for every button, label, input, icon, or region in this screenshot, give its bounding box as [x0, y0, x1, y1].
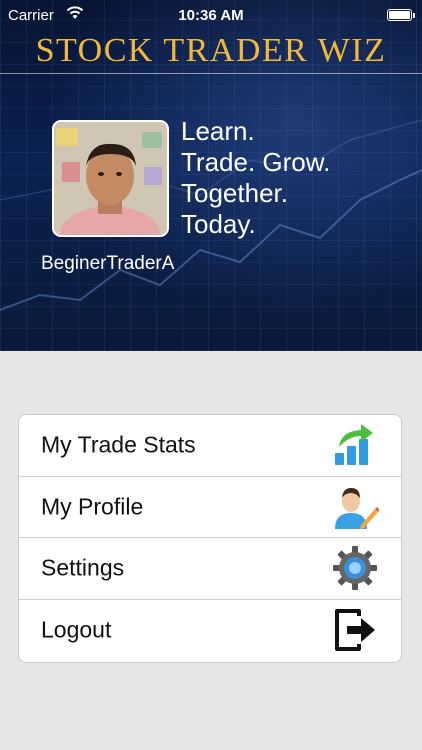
app-title: STOCK TRADER WIZ: [35, 32, 387, 69]
menu-item-my-trade-stats[interactable]: My Trade Stats: [19, 415, 401, 477]
menu-item-label: My Profile: [41, 493, 144, 520]
menu-item-settings[interactable]: Settings: [19, 538, 401, 600]
tagline-line: Learn.: [181, 116, 255, 146]
battery-icon: [387, 9, 415, 21]
avatar[interactable]: [52, 120, 169, 237]
menu-item-label: My Trade Stats: [41, 431, 196, 458]
account-menu: My Trade Stats My Profile Settings Logou…: [18, 414, 402, 663]
status-bar: Carrier 10:36 AM: [0, 0, 422, 30]
tagline-line: Trade. Grow.: [181, 147, 331, 177]
menu-item-label: Logout: [41, 616, 112, 643]
tagline: Learn. Trade. Grow. Together. Today.: [181, 116, 330, 240]
tagline-line: Today.: [181, 209, 256, 239]
menu-item-label: Settings: [41, 554, 125, 581]
logout-icon: [335, 609, 375, 652]
tagline-line: Together.: [181, 178, 288, 208]
header-banner: Carrier 10:36 AM STOCK TRADER WIZ Learn.: [0, 0, 422, 351]
title-divider: [0, 73, 422, 74]
profile-edit-icon: [335, 487, 379, 529]
status-time: 10:36 AM: [178, 7, 244, 24]
menu-item-my-profile[interactable]: My Profile: [19, 477, 401, 538]
username-label: BeginerTraderA: [41, 253, 175, 274]
trade-stats-icon: [335, 424, 373, 466]
profile-photo: [54, 122, 167, 235]
menu-item-logout[interactable]: Logout: [19, 600, 401, 662]
gear-icon: [333, 546, 377, 591]
